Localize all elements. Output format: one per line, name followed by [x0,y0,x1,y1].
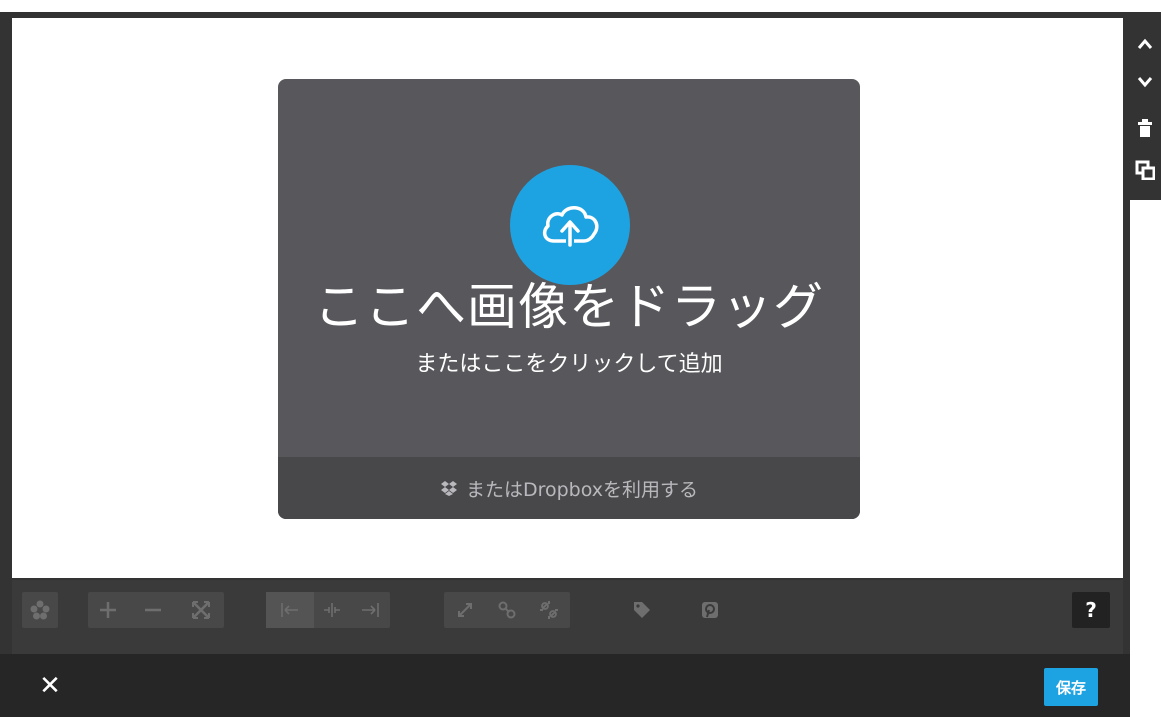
move-up-button[interactable] [1128,28,1161,60]
toolbar-group-align [266,592,390,628]
image-toolbar: ? [12,580,1123,654]
dropbox-label: またはDropboxを利用する [465,478,699,501]
toolbar-group-filter [22,592,58,628]
bottom-bar: ✕ 保存 [0,654,1130,717]
upload-button[interactable] [510,165,630,285]
zoom-in-icon [100,602,116,618]
fit-button[interactable] [178,592,224,628]
filter-button[interactable] [22,592,58,628]
unlink-icon [540,601,558,619]
align-right-icon [362,603,379,617]
cloud-upload-icon [542,206,599,247]
image-dropzone[interactable]: ここへ画像をドラッグ またはここをクリックして追加 またはDropboxを利用す… [278,79,860,519]
toolbar-group-zoom [88,592,224,628]
duplicate-block-button[interactable] [1128,154,1161,186]
resize-button[interactable] [444,592,486,628]
delete-block-button[interactable] [1128,112,1161,144]
dropzone-subtitle: またはここをクリックして追加 [415,352,723,377]
dropbox-button[interactable]: またはDropboxを利用する [278,457,860,519]
pinterest-icon [702,602,718,618]
tag-button[interactable] [624,592,660,628]
dropbox-icon [440,481,457,496]
align-center-icon [324,603,340,617]
close-button[interactable]: ✕ [36,672,64,700]
pinterest-button[interactable] [692,592,728,628]
tag-icon [634,602,650,618]
link-icon [498,601,516,619]
align-right-button[interactable] [350,592,390,628]
duplicate-icon [1135,160,1155,180]
link-button[interactable] [486,592,528,628]
save-button[interactable]: 保存 [1044,668,1098,706]
help-button[interactable]: ? [1072,592,1110,628]
align-center-button[interactable] [314,592,350,628]
dropzone-title: ここへ画像をドラッグ [314,278,824,336]
align-left-button[interactable] [266,592,314,628]
zoom-out-button[interactable] [128,592,178,628]
unlink-button[interactable] [528,592,570,628]
block-side-toolbar [1128,12,1161,200]
zoom-in-button[interactable] [88,592,128,628]
fit-icon [192,601,210,619]
filter-icon [30,600,50,620]
resize-icon [458,603,472,617]
toolbar-group-link [444,592,570,628]
zoom-out-icon [145,608,161,612]
chevron-up-icon [1137,38,1152,49]
trash-icon [1137,119,1152,137]
move-down-button[interactable] [1128,66,1161,98]
align-left-icon [281,603,298,617]
chevron-down-icon [1137,77,1152,88]
